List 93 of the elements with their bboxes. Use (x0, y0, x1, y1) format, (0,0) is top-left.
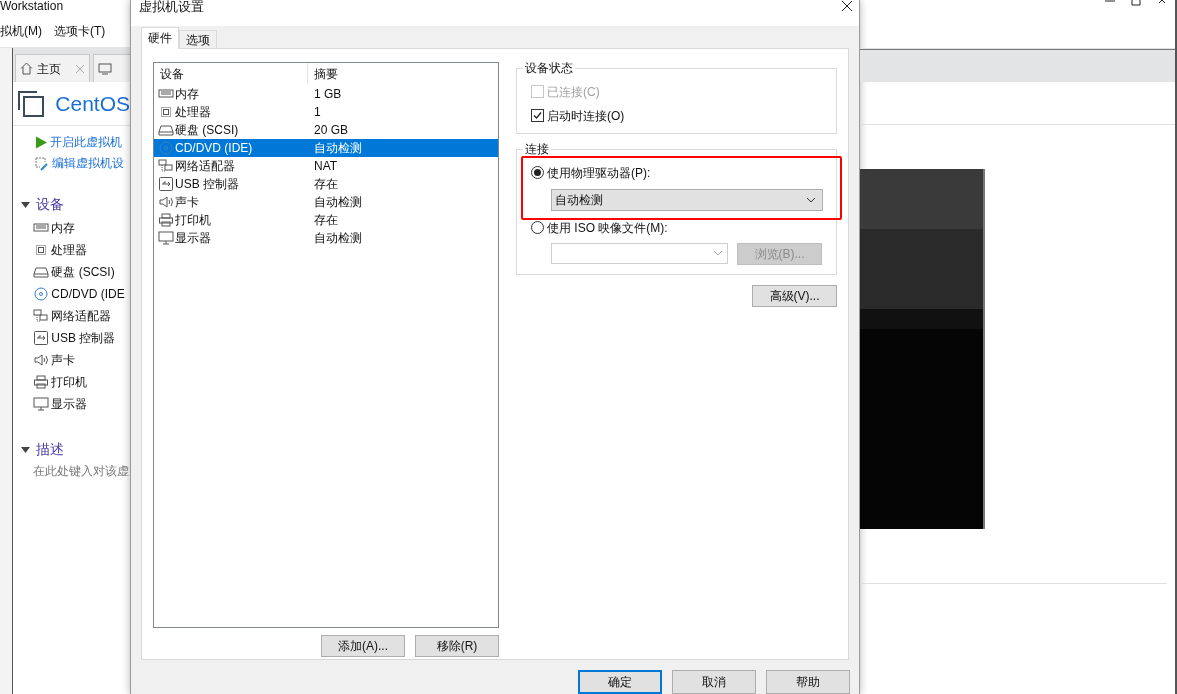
table-cell-text: 内存 (175, 85, 199, 103)
device-row[interactable]: CD/DVD (IDE) 自动检测 (154, 138, 498, 157)
table-cell-text: 自动检测 (313, 139, 362, 157)
advanced-button[interactable]: 高级(V)... (752, 284, 837, 307)
checkbox-label: 启动时连接(O) (547, 107, 625, 125)
collapse-icon[interactable] (21, 446, 31, 453)
action-link[interactable]: 编辑虚拟机设 (35, 155, 130, 172)
description-field[interactable]: 在此处键入对该虚 (13, 460, 130, 480)
network-icon (33, 309, 50, 323)
group-title: 连接 (523, 140, 551, 157)
table-cell-text: 显示器 (175, 229, 211, 247)
vm-name: CentOS (55, 90, 130, 117)
virtual-machine-icon (17, 89, 46, 118)
memory-icon (158, 86, 174, 101)
home-icon (20, 62, 34, 75)
table-cell-text: 存在 (313, 211, 338, 229)
dialog-button[interactable]: 取消 (672, 670, 756, 694)
speaker-icon (158, 194, 174, 209)
speaker-icon (33, 353, 50, 367)
monitor-icon (33, 397, 50, 411)
memory-icon (33, 221, 50, 235)
device-item[interactable]: 硬盘 (SCSI) (33, 261, 130, 283)
disc-icon (158, 140, 174, 155)
section-title: 设备 (36, 195, 65, 214)
table-cell-text: NAT (313, 157, 338, 175)
column-header[interactable]: 设备 (154, 62, 308, 85)
table-cell-text: 打印机 (175, 211, 211, 229)
table-cell-text: 硬盘 (SCSI) (175, 121, 239, 139)
device-item[interactable]: 处理器 (33, 239, 130, 261)
disc-icon (33, 287, 50, 301)
monitor-icon (158, 230, 174, 245)
play-icon (35, 136, 48, 149)
table-cell-text: 存在 (313, 175, 338, 193)
device-row[interactable]: 声卡 自动检测 (154, 192, 498, 211)
table-cell-text: 处理器 (175, 103, 211, 121)
table-cell-text: 自动检测 (313, 193, 362, 211)
list-button[interactable]: 添加(A)... (321, 634, 405, 657)
device-item[interactable]: CD/DVD (IDE (33, 283, 130, 305)
checkbox[interactable] (531, 109, 544, 123)
table-cell-text: 自动检测 (313, 229, 362, 247)
device-item[interactable]: USB 控制器 (33, 327, 130, 349)
chevron-icon (713, 250, 723, 257)
network-icon (158, 158, 174, 173)
column-header[interactable]: 摘要 (308, 62, 498, 85)
device-item[interactable]: 显示器 (33, 393, 130, 415)
window-title: Workstation (0, 0, 65, 13)
section-title: 描述 (36, 440, 65, 459)
device-row[interactable]: 打印机 存在 (154, 210, 498, 229)
chevron-icon (806, 196, 816, 203)
maximize-icon[interactable] (1131, 0, 1141, 6)
device-row[interactable]: 内存 1 GB (154, 84, 498, 103)
table-cell-text: CD/DVD (IDE) (175, 139, 253, 157)
printer-icon (158, 212, 174, 227)
dialog-title: 虚拟机设置 (139, 0, 204, 14)
drive-dropdown[interactable]: 自动检测 (551, 188, 823, 211)
minimize-icon[interactable] (1105, 0, 1115, 4)
table-cell-text: 1 GB (313, 85, 342, 103)
dialog-button[interactable]: 确定 (578, 670, 662, 694)
table-cell-text: USB 控制器 (175, 175, 239, 193)
radio-button[interactable] (531, 166, 544, 180)
radio-label: 使用物理驱动器(P): (547, 164, 651, 182)
usb-icon (33, 331, 50, 345)
table-cell-text: 20 GB (313, 121, 349, 139)
chip-icon (158, 104, 174, 119)
device-row[interactable]: 显示器 自动检测 (154, 228, 498, 247)
device-item[interactable]: 网络适配器 (33, 305, 130, 327)
device-item[interactable]: 打印机 (33, 371, 130, 393)
monitor-icon (98, 62, 113, 75)
checkbox-label: 已连接(C) (547, 83, 600, 101)
check-icon (533, 111, 542, 121)
device-row[interactable]: 处理器 1 (154, 102, 498, 121)
group-title: 设备状态 (523, 59, 575, 76)
device-row[interactable]: USB 控制器 存在 (154, 174, 498, 193)
menu-item[interactable]: 选项卡(T) (54, 21, 106, 40)
tab[interactable]: 硬件 (141, 26, 179, 49)
tab[interactable]: 选项 (179, 29, 217, 48)
dialog-button[interactable]: 帮助 (766, 670, 850, 694)
table-cell-text: 声卡 (175, 193, 199, 211)
table-cell-text: 1 (313, 103, 321, 121)
usb-icon (158, 176, 174, 191)
collapse-icon[interactable] (21, 201, 31, 208)
printer-icon (33, 375, 50, 389)
device-item[interactable]: 内存 (33, 217, 130, 239)
menu-item[interactable]: 拟机(M) (0, 21, 42, 40)
device-row[interactable]: 网络适配器 NAT (154, 156, 498, 175)
table-cell-text: 网络适配器 (175, 157, 235, 175)
device-row[interactable]: 硬盘 (SCSI) 20 GB (154, 120, 498, 139)
list-button[interactable]: 移除(R) (415, 634, 499, 657)
device-item[interactable]: 声卡 (33, 349, 130, 371)
edit-icon (35, 156, 50, 171)
home-tab[interactable]: 主页 (15, 54, 91, 82)
action-link[interactable]: 开启此虚拟机 (35, 134, 130, 151)
radio-label: 使用 ISO 映像文件(M): (547, 219, 668, 237)
